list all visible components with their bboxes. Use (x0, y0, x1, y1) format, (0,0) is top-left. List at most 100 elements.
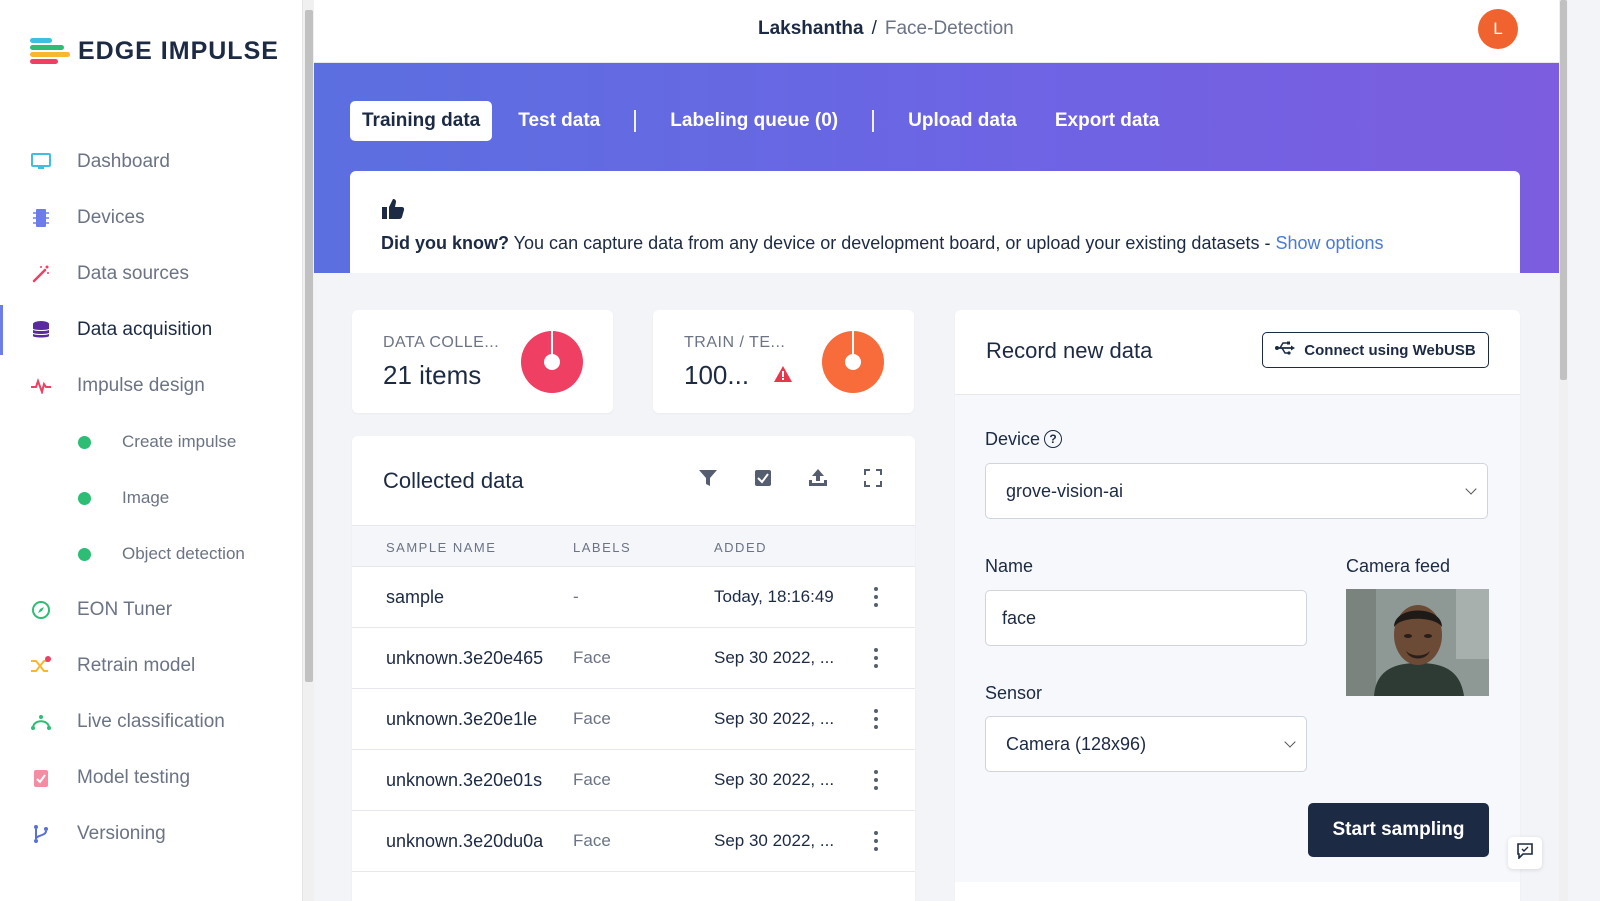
brand-name: EDGE IMPULSE (78, 36, 279, 65)
sidebar-item-label: EON Tuner (77, 599, 173, 620)
sample-added: Sep 30 2022, ... (714, 770, 835, 789)
sidebar-item-create-impulse[interactable]: Create impulse (0, 417, 302, 467)
tab-upload-data[interactable]: Upload data (896, 101, 1029, 141)
sample-label: - (573, 587, 579, 606)
record-form: Device? grove-vision-ai Name face Camera… (955, 395, 1520, 882)
tab-training-data[interactable]: Training data (350, 101, 493, 141)
more-options-icon[interactable] (873, 587, 879, 607)
pie-chart-icon (822, 331, 884, 393)
table-header: SAMPLE NAME LABELS ADDED (352, 525, 915, 567)
table-row[interactable]: unknown.3e20e465 Face Sep 30 2022, ... (352, 628, 915, 689)
status-dot (78, 435, 91, 449)
more-options-icon[interactable] (873, 770, 879, 790)
pulse-icon (30, 375, 52, 397)
stat-value: 21 items (383, 360, 482, 390)
scrollbar-thumb[interactable] (1560, 0, 1567, 380)
sample-added: Sep 30 2022, ... (714, 831, 835, 850)
table-row[interactable]: sample - Today, 18:16:49 (352, 567, 915, 628)
sidebar-item-label: Data acquisition (77, 319, 213, 340)
scrollbar-thumb[interactable] (305, 10, 313, 682)
warning-icon (774, 366, 792, 387)
main-scrollbar[interactable] (1559, 0, 1568, 901)
tab-test-data[interactable]: Test data (506, 101, 612, 141)
upload-icon[interactable] (808, 468, 828, 488)
avatar[interactable]: L (1478, 9, 1518, 49)
sidebar-item-label: Image (122, 488, 170, 507)
more-options-icon[interactable] (873, 709, 879, 729)
more-options-icon[interactable] (873, 831, 879, 851)
chevron-down-icon (1284, 736, 1296, 748)
sidebar-item-eon-tuner[interactable]: EON Tuner (0, 585, 302, 635)
monitor-icon (30, 151, 52, 173)
usb-icon (1275, 341, 1296, 359)
sidebar-item-data-sources[interactable]: Data sources (0, 249, 302, 299)
sidebar-item-versioning[interactable]: Versioning (0, 809, 302, 859)
sidebar-item-dashboard[interactable]: Dashboard (0, 137, 302, 187)
sensor-select[interactable]: Camera (128x96) (985, 716, 1307, 772)
select-checkbox-icon[interactable] (753, 468, 773, 488)
column-header-labels[interactable]: LABELS (573, 540, 631, 555)
sample-added: Sep 30 2022, ... (714, 709, 835, 728)
sidebar-item-live-classification[interactable]: Live classification (0, 697, 302, 747)
panel-title: Collected data (383, 468, 524, 493)
sidebar-item-retrain-model[interactable]: Retrain model (0, 641, 302, 691)
device-select-value: grove-vision-ai (1006, 480, 1124, 501)
train-test-split-card[interactable]: TRAIN / TE... 100... (653, 310, 914, 413)
sidebar-scrollbar[interactable] (302, 0, 314, 901)
tip-card: Did you know? You can capture data from … (350, 171, 1520, 273)
filter-icon[interactable] (698, 468, 718, 488)
sidebar-item-devices[interactable]: Devices (0, 193, 302, 243)
device-select[interactable]: grove-vision-ai (985, 463, 1488, 519)
sidebar: EDGE IMPULSE Dashboard Devices Data sour… (0, 0, 302, 901)
column-header-sample-name[interactable]: SAMPLE NAME (386, 540, 496, 555)
breadcrumb-user[interactable]: Lakshantha (758, 18, 864, 39)
start-sampling-button[interactable]: Start sampling (1308, 803, 1489, 857)
table-row[interactable]: unknown.3e20du0a Face Sep 30 2022, ... (352, 811, 915, 872)
sidebar-item-label: Devices (77, 207, 145, 228)
sidebar-item-impulse-design[interactable]: Impulse design (0, 361, 302, 411)
help-icon[interactable]: ? (1044, 430, 1063, 448)
button-label: Connect using WebUSB (1304, 341, 1476, 359)
tab-bar: Training data Test data Labeling queue (… (350, 101, 1185, 141)
status-dot (78, 491, 91, 505)
brand-logo[interactable]: EDGE IMPULSE (30, 36, 279, 66)
clipboard-check-icon (30, 767, 52, 789)
compass-icon (30, 599, 52, 621)
stat-title: DATA COLLE... (383, 334, 500, 351)
camera-feed-image (1346, 589, 1489, 696)
thumbs-up-icon (381, 198, 405, 225)
expand-icon[interactable] (863, 468, 883, 488)
panel-title: Record new data (986, 338, 1153, 363)
tip-text: Did you know? You can capture data from … (381, 233, 1384, 254)
sidebar-item-label: Dashboard (77, 151, 170, 172)
sidebar-item-model-testing[interactable]: Model testing (0, 753, 302, 803)
sample-label: Face (573, 831, 611, 850)
breadcrumb: Lakshantha / Face-Detection (758, 18, 1014, 40)
show-options-link[interactable]: Show options (1275, 233, 1383, 253)
sidebar-item-image[interactable]: Image (0, 473, 302, 523)
camera-feed-label: Camera feed (1346, 556, 1451, 576)
sidebar-item-object-detection[interactable]: Object detection (0, 529, 302, 579)
pie-chart-icon (521, 331, 583, 393)
feedback-button[interactable] (1508, 837, 1542, 869)
name-input[interactable]: face (985, 590, 1307, 646)
data-collected-card[interactable]: DATA COLLE... 21 items (352, 310, 613, 413)
sidebar-item-label: Retrain model (77, 655, 196, 676)
table-toolbar (698, 468, 883, 488)
column-header-added[interactable]: ADDED (714, 540, 767, 555)
table-row[interactable]: unknown.3e20e01s Face Sep 30 2022, ... (352, 750, 915, 811)
connect-webusb-button[interactable]: Connect using WebUSB (1262, 332, 1489, 368)
tab-labeling-queue[interactable]: Labeling queue (0) (658, 101, 850, 141)
database-icon (30, 319, 52, 341)
more-options-icon[interactable] (873, 648, 879, 668)
table-row[interactable]: unknown.3e20e1le Face Sep 30 2022, ... (352, 689, 915, 750)
tab-export-data[interactable]: Export data (1043, 101, 1172, 141)
tip-heading: Did you know? (381, 233, 509, 253)
shuffle-icon (30, 655, 52, 677)
sidebar-item-data-acquisition[interactable]: Data acquisition (0, 305, 302, 355)
sample-name: unknown.3e20du0a (386, 831, 544, 851)
sidebar-item-label: Live classification (77, 711, 225, 732)
sidebar-item-label: Create impulse (122, 432, 237, 451)
branch-icon (30, 823, 52, 845)
breadcrumb-project[interactable]: Face-Detection (885, 18, 1014, 39)
